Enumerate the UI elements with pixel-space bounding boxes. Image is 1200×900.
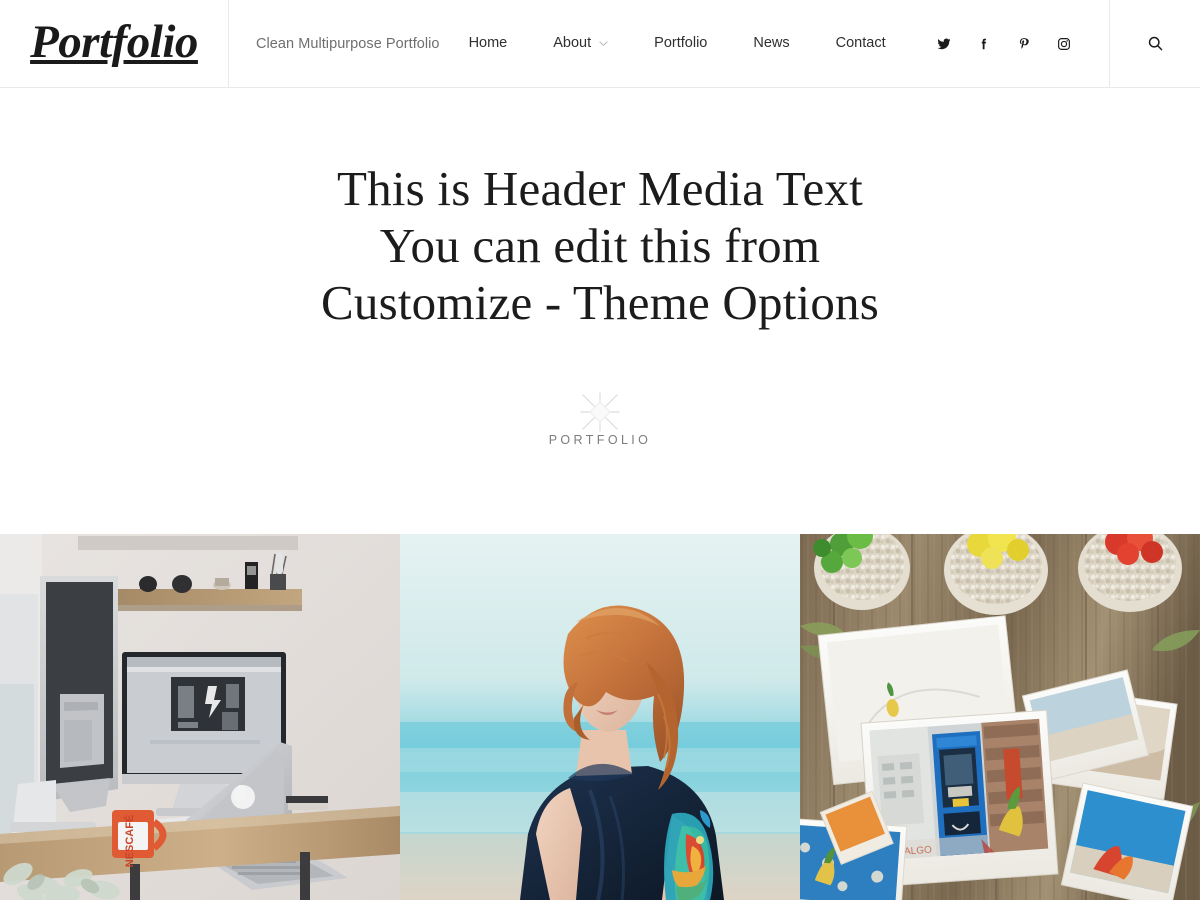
search-button[interactable] — [1110, 0, 1200, 87]
nav-label: News — [753, 35, 790, 52]
hero-title-line-3: Customize - Theme Options — [321, 275, 879, 330]
nav-item-about[interactable]: About — [530, 36, 631, 51]
instagram-icon[interactable] — [1044, 37, 1084, 51]
portfolio-item-2[interactable] — [400, 534, 800, 900]
search-icon — [1147, 35, 1164, 52]
nav-item-news[interactable]: News — [730, 36, 812, 51]
nav-item-portfolio[interactable]: Portfolio — [631, 36, 730, 51]
hero-title-line-1: This is Header Media Text — [337, 161, 863, 216]
pinterest-icon[interactable] — [1004, 37, 1044, 51]
portfolio-image-beach-portrait — [400, 534, 800, 900]
main-navigation: Home About Portfolio News Contact — [469, 36, 909, 51]
nav-item-contact[interactable]: Contact — [813, 36, 909, 51]
site-logo[interactable]: Portfolio — [30, 19, 198, 66]
hero-title: This is Header Media Text You can edit t… — [321, 160, 879, 331]
svg-text:ALGO: ALGO — [904, 845, 933, 858]
portfolio-image-workspace: NESCAFÉ — [0, 534, 400, 900]
portfolio-section-heading: PORTFOLIO — [548, 433, 652, 447]
chevron-down-icon — [599, 39, 608, 48]
site-header: Portfolio Clean Multipurpose Portfolio H… — [0, 0, 1200, 88]
portfolio-image-photo-flatlay: ALGO — [800, 534, 1200, 900]
portfolio-grid: NESCAFÉ ALGO — [0, 534, 1200, 900]
svg-text:NESCAFÉ: NESCAFÉ — [123, 815, 136, 868]
nav-label: Portfolio — [654, 35, 708, 52]
nav-label: Home — [468, 35, 508, 52]
page-root: Portfolio Clean Multipurpose Portfolio H… — [0, 0, 1200, 900]
nav-item-home[interactable]: Home — [469, 36, 531, 51]
navigation-cell: Clean Multipurpose Portfolio Home About … — [229, 0, 924, 87]
hero-title-line-2: You can edit this from — [379, 218, 821, 273]
portfolio-item-1[interactable]: NESCAFÉ — [0, 534, 400, 900]
portfolio-item-3[interactable]: ALGO — [800, 534, 1200, 900]
brand-cell: Portfolio — [0, 0, 229, 87]
star-divider-icon — [577, 389, 623, 435]
nav-label: Contact — [835, 35, 886, 52]
header-media-section: This is Header Media Text You can edit t… — [0, 88, 1200, 534]
site-tagline: Clean Multipurpose Portfolio — [256, 35, 440, 52]
nav-label: About — [553, 35, 592, 52]
facebook-icon[interactable] — [964, 37, 1004, 51]
social-links — [924, 0, 1110, 87]
twitter-icon[interactable] — [924, 37, 964, 51]
